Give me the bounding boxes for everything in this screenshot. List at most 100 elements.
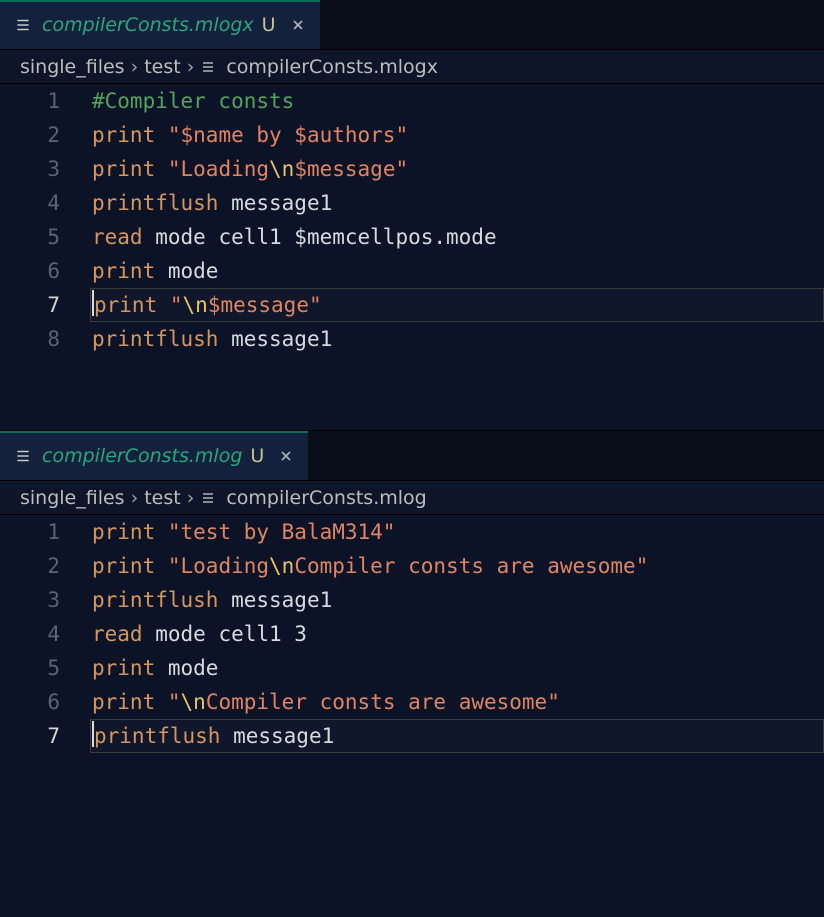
code-line[interactable]: print mode bbox=[90, 254, 824, 288]
token-ident: mode cell1 3 bbox=[155, 622, 307, 646]
token-str: Compiler consts are awesome" bbox=[206, 690, 560, 714]
code-lines[interactable]: print "test by BalaM314"print "Loading\n… bbox=[90, 515, 824, 917]
token-kw: read bbox=[92, 225, 143, 249]
line-number: 3 bbox=[0, 152, 60, 186]
token-sp bbox=[218, 588, 231, 612]
token-sp bbox=[155, 259, 168, 283]
breadcrumb-item[interactable]: test bbox=[144, 56, 181, 78]
line-number: 8 bbox=[0, 322, 60, 356]
breadcrumb-item[interactable]: single_files bbox=[20, 487, 125, 509]
token-str: "Loading bbox=[168, 157, 269, 181]
code-area[interactable]: 12345678 #Compiler constsprint "$name by… bbox=[0, 84, 824, 430]
token-kw: print bbox=[92, 554, 155, 578]
code-line[interactable]: read mode cell1 3 bbox=[90, 617, 824, 651]
code-line[interactable]: printflush message1 bbox=[90, 719, 824, 753]
code-line[interactable]: printflush message1 bbox=[90, 186, 824, 220]
tab-git-status: U bbox=[250, 445, 264, 467]
code-area[interactable]: 1234567 print "test by BalaM314"print "L… bbox=[0, 515, 824, 917]
line-number-gutter: 12345678 bbox=[0, 84, 90, 430]
code-line[interactable]: print "\n$message" bbox=[90, 288, 824, 322]
token-ident: message1 bbox=[231, 327, 332, 351]
token-ident: mode bbox=[168, 656, 219, 680]
chevron-right-icon: › bbox=[187, 487, 195, 509]
token-esc: \n bbox=[183, 293, 208, 317]
token-esc: \n bbox=[181, 690, 206, 714]
token-str: $message" bbox=[294, 157, 408, 181]
close-icon[interactable] bbox=[278, 448, 294, 464]
token-kw: printflush bbox=[92, 588, 218, 612]
code-line[interactable]: print "$name by $authors" bbox=[90, 118, 824, 152]
token-ident: message1 bbox=[233, 724, 334, 748]
token-sp bbox=[218, 191, 231, 215]
token-sp bbox=[155, 123, 168, 147]
file-icon bbox=[14, 447, 32, 465]
token-ident: message1 bbox=[231, 191, 332, 215]
tab-bar: compilerConsts.mlogx U bbox=[0, 0, 824, 50]
breadcrumb-item[interactable]: test bbox=[144, 487, 181, 509]
tab-git-status: U bbox=[262, 14, 276, 36]
token-str: Compiler consts are awesome" bbox=[294, 554, 648, 578]
line-number: 4 bbox=[0, 617, 60, 651]
line-number: 6 bbox=[0, 685, 60, 719]
line-number: 2 bbox=[0, 118, 60, 152]
token-esc: \n bbox=[269, 157, 294, 181]
code-line[interactable]: #Compiler consts bbox=[90, 84, 824, 118]
token-kw: print bbox=[92, 656, 155, 680]
code-line[interactable]: read mode cell1 $memcellpos.mode bbox=[90, 220, 824, 254]
line-number: 7 bbox=[0, 719, 60, 753]
code-line[interactable]: printflush message1 bbox=[90, 322, 824, 356]
token-kw: print bbox=[94, 293, 157, 317]
close-icon[interactable] bbox=[290, 17, 306, 33]
code-line[interactable]: printflush message1 bbox=[90, 583, 824, 617]
token-kw: printflush bbox=[92, 191, 218, 215]
file-icon bbox=[200, 59, 216, 75]
token-kw: printflush bbox=[94, 724, 220, 748]
token-str: "$name by $authors" bbox=[168, 123, 408, 147]
code-line[interactable]: print "Loading\nCompiler consts are awes… bbox=[90, 549, 824, 583]
code-lines[interactable]: #Compiler constsprint "$name by $authors… bbox=[90, 84, 824, 430]
token-str: " bbox=[168, 690, 181, 714]
editor-pane-bottom: compilerConsts.mlog U single_files › tes… bbox=[0, 430, 824, 917]
breadcrumb[interactable]: single_files › test › compilerConsts.mlo… bbox=[0, 481, 824, 515]
chevron-right-icon: › bbox=[131, 487, 139, 509]
token-esc: \n bbox=[269, 554, 294, 578]
token-sp bbox=[143, 622, 156, 646]
line-number: 1 bbox=[0, 515, 60, 549]
line-number: 5 bbox=[0, 651, 60, 685]
token-kw: printflush bbox=[92, 327, 218, 351]
code-line[interactable]: print mode bbox=[90, 651, 824, 685]
token-sp bbox=[155, 690, 168, 714]
token-sp bbox=[220, 724, 233, 748]
token-sp bbox=[143, 225, 156, 249]
line-number-gutter: 1234567 bbox=[0, 515, 90, 917]
token-str: "test by BalaM314" bbox=[168, 520, 396, 544]
code-line[interactable]: print "\nCompiler consts are awesome" bbox=[90, 685, 824, 719]
token-kw: print bbox=[92, 690, 155, 714]
breadcrumb[interactable]: single_files › test › compilerConsts.mlo… bbox=[0, 50, 824, 84]
tab-compilerconsts-mlogx[interactable]: compilerConsts.mlogx U bbox=[0, 0, 320, 49]
breadcrumb-item[interactable]: compilerConsts.mlog bbox=[226, 487, 426, 509]
line-number: 4 bbox=[0, 186, 60, 220]
token-kw: print bbox=[92, 520, 155, 544]
code-line[interactable]: print "Loading\n$message" bbox=[90, 152, 824, 186]
token-sp bbox=[155, 157, 168, 181]
token-ident: mode bbox=[168, 259, 219, 283]
chevron-right-icon: › bbox=[187, 56, 195, 78]
token-ident: mode cell1 $memcellpos.mode bbox=[155, 225, 496, 249]
token-sp bbox=[155, 656, 168, 680]
token-kw: read bbox=[92, 622, 143, 646]
line-number: 1 bbox=[0, 84, 60, 118]
token-kw: print bbox=[92, 123, 155, 147]
breadcrumb-item[interactable]: single_files bbox=[20, 56, 125, 78]
token-kw: print bbox=[92, 259, 155, 283]
line-number: 5 bbox=[0, 220, 60, 254]
breadcrumb-item[interactable]: compilerConsts.mlogx bbox=[226, 56, 438, 78]
token-kw: print bbox=[92, 157, 155, 181]
line-number: 6 bbox=[0, 254, 60, 288]
line-number: 2 bbox=[0, 549, 60, 583]
code-line[interactable]: print "test by BalaM314" bbox=[90, 515, 824, 549]
file-icon bbox=[200, 490, 216, 506]
token-str: "Loading bbox=[168, 554, 269, 578]
tab-compilerconsts-mlog[interactable]: compilerConsts.mlog U bbox=[0, 431, 308, 480]
token-ident: message1 bbox=[231, 588, 332, 612]
